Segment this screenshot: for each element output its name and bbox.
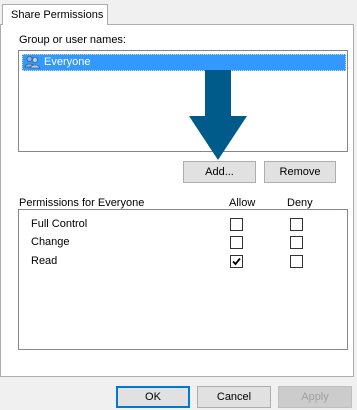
permissions-title: Permissions for Everyone	[19, 197, 145, 209]
read-allow-checkbox[interactable]	[230, 255, 243, 268]
change-deny-checkbox[interactable]	[290, 236, 303, 249]
down-arrow-annotation	[189, 70, 247, 160]
permission-label-change: Change	[31, 236, 70, 248]
deny-header: Deny	[287, 197, 313, 209]
full-control-allow-checkbox[interactable]	[230, 218, 243, 231]
remove-button[interactable]: Remove	[264, 161, 336, 183]
checkmark-icon	[232, 257, 241, 266]
tab-share-permissions[interactable]: Share Permissions	[2, 4, 108, 25]
cancel-button[interactable]: Cancel	[197, 386, 271, 408]
ok-button[interactable]: OK	[116, 386, 190, 408]
users-icon	[24, 55, 41, 72]
full-control-deny-checkbox[interactable]	[290, 218, 303, 231]
tab-label: Share Permissions	[11, 9, 104, 21]
read-deny-checkbox[interactable]	[290, 255, 303, 268]
permission-label-full-control: Full Control	[31, 218, 88, 230]
change-allow-checkbox[interactable]	[230, 236, 243, 249]
allow-header: Allow	[229, 197, 256, 209]
add-button[interactable]: Add...	[183, 161, 256, 183]
permissions-list: Full Control Change Read	[18, 209, 348, 350]
list-item-label: Everyone	[44, 56, 91, 68]
group-names-label: Group or user names:	[19, 34, 126, 46]
list-item-everyone[interactable]: Everyone	[22, 54, 346, 71]
permission-label-read: Read	[31, 255, 58, 267]
apply-button[interactable]: Apply	[278, 386, 352, 408]
